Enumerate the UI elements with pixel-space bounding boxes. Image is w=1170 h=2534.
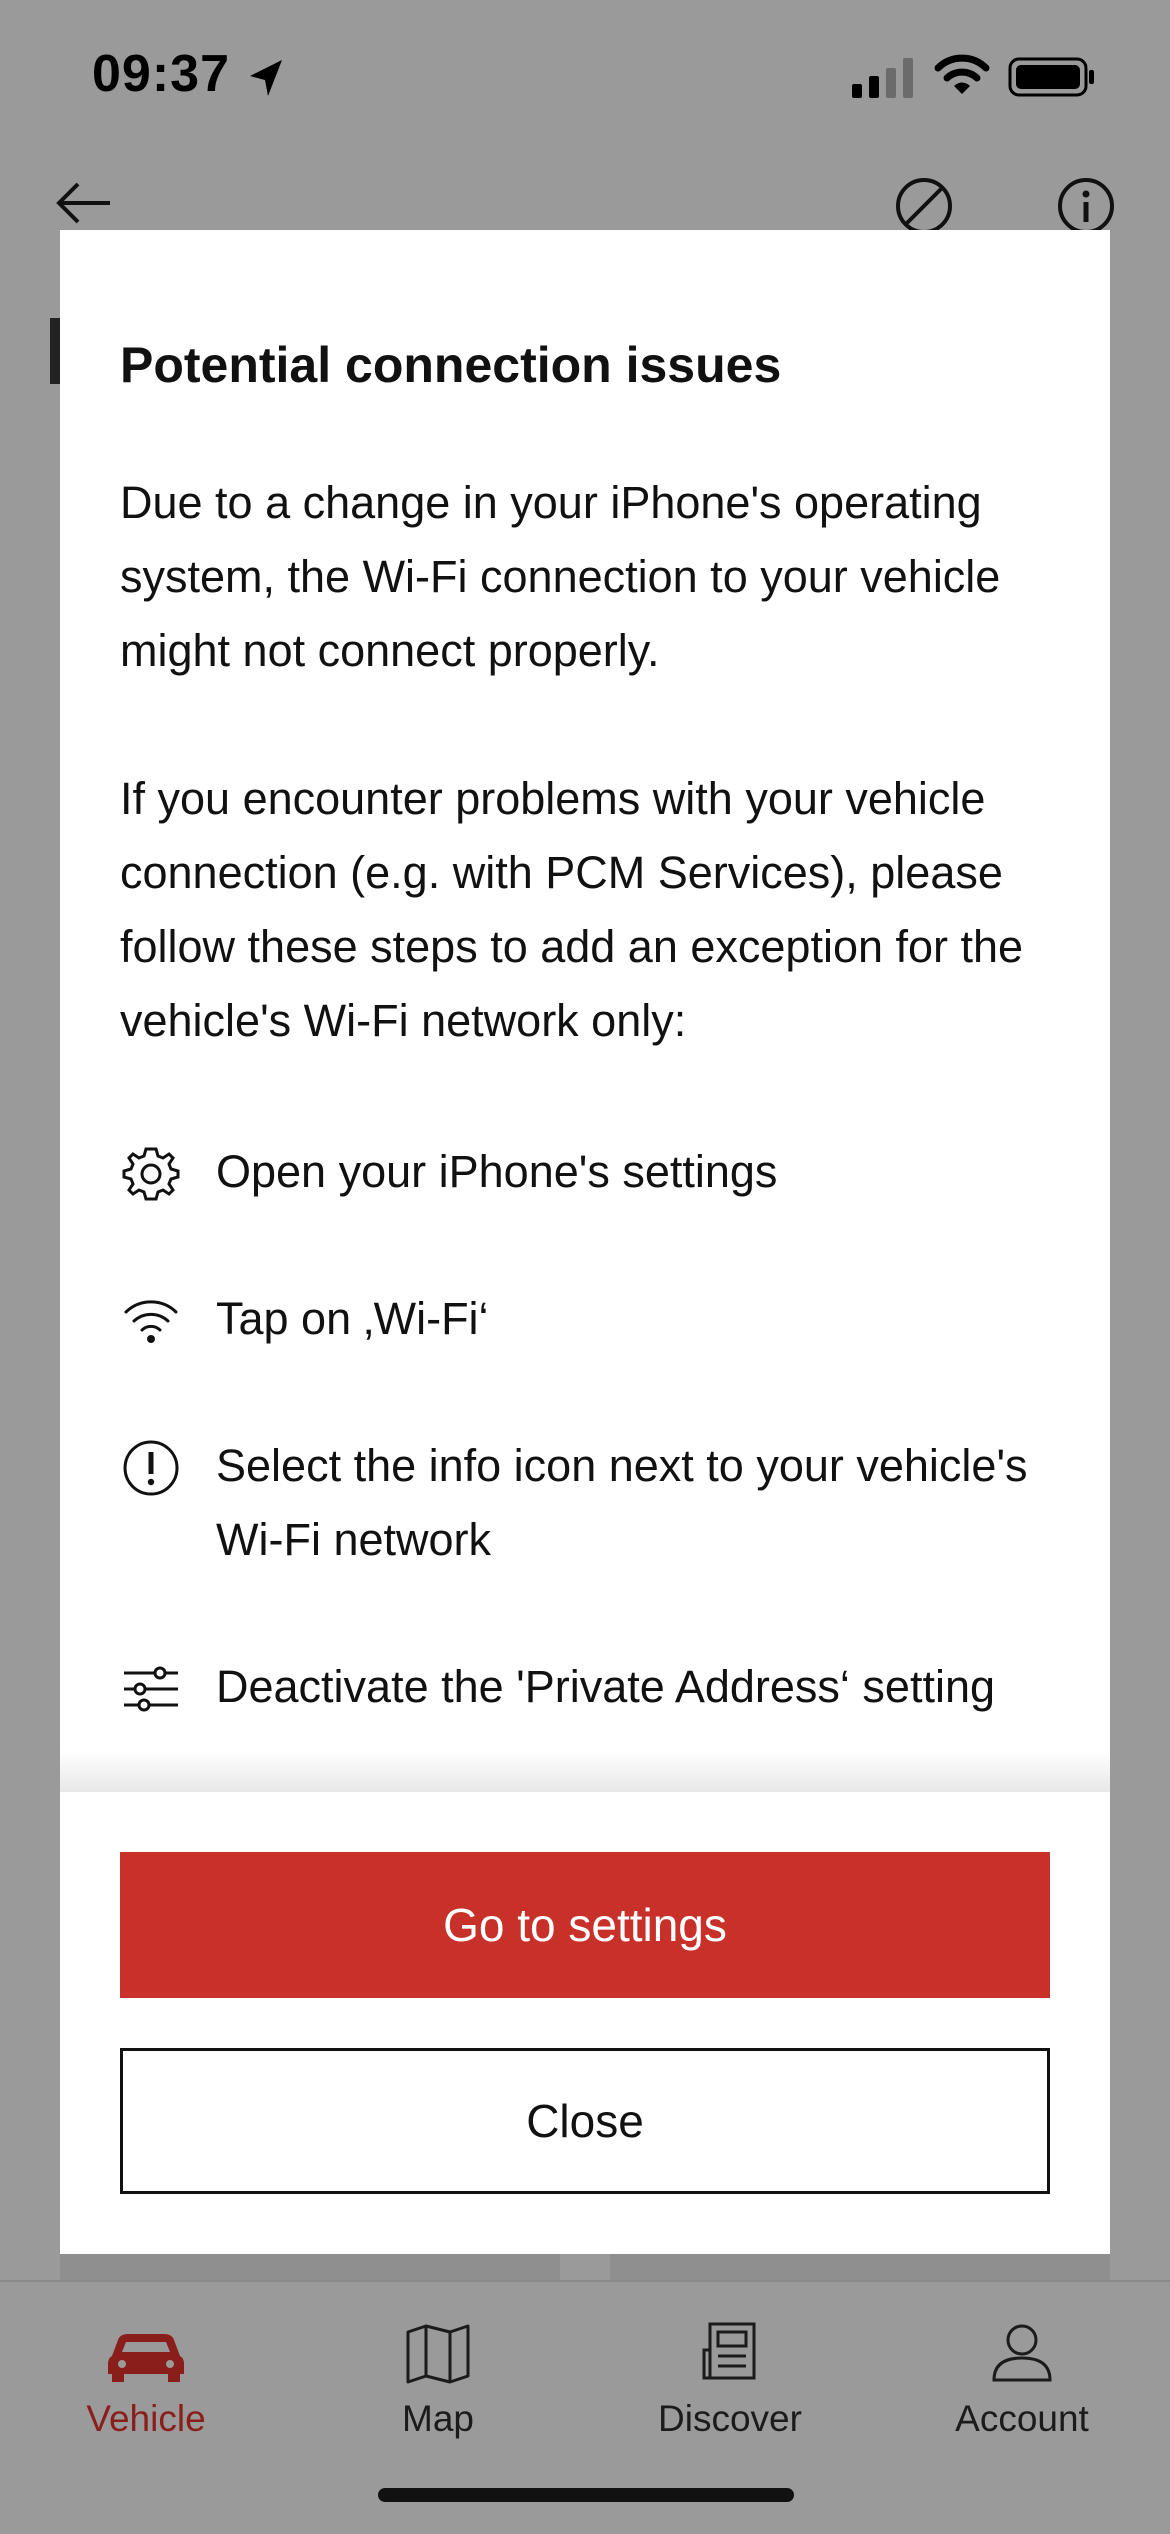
step-item: Open your iPhone's settings <box>120 1135 1080 1209</box>
tab-label: Vehicle <box>86 2398 206 2439</box>
info-icon[interactable] <box>1056 176 1116 236</box>
sliders-icon <box>124 1666 178 1712</box>
user-icon <box>992 2324 1052 2382</box>
tab-discover[interactable]: Discover <box>630 2302 830 2452</box>
step-text: Select the info icon next to your vehicl… <box>216 1440 1028 1565</box>
gear-icon <box>122 1147 180 1201</box>
wifi-icon <box>934 54 990 94</box>
tab-label: Map <box>402 2398 474 2439</box>
cellular-signal-icon <box>852 58 913 98</box>
modal-footer: Go to settings Close <box>60 1792 1110 2254</box>
battery-icon <box>1008 57 1094 97</box>
exclamation-circle-icon <box>123 1440 179 1496</box>
scroll-fade <box>60 1750 1110 1792</box>
tab-label: Discover <box>658 2398 802 2439</box>
map-icon <box>406 2324 470 2384</box>
modal-paragraph: Due to a change in your iPhone's operati… <box>120 477 1001 676</box>
back-arrow-icon[interactable] <box>54 178 114 228</box>
modal-paragraph: If you encounter problems with your vehi… <box>120 773 1024 1046</box>
step-item: Tap on ‚Wi-Fi‘ <box>120 1282 1080 1356</box>
car-icon <box>108 2334 184 2382</box>
background-title-marker <box>50 318 60 384</box>
location-arrow-icon <box>250 60 282 96</box>
wifi-icon <box>124 1300 178 1343</box>
connection-issues-modal: Potential connection issues Due to a cha… <box>60 230 1110 2254</box>
status-time: 09:37 <box>92 45 230 103</box>
home-indicator <box>378 2488 794 2502</box>
go-to-settings-button[interactable]: Go to settings <box>120 1852 1050 1998</box>
tab-vehicle[interactable]: Vehicle <box>46 2302 246 2452</box>
tab-label: Account <box>955 2398 1089 2439</box>
news-icon <box>702 2322 756 2380</box>
step-item: Deactivate the 'Private Address‘ setting <box>120 1650 1080 1724</box>
tab-account[interactable]: Account <box>922 2302 1122 2452</box>
modal-title: Potential connection issues <box>120 337 782 393</box>
close-button[interactable]: Close <box>120 2048 1050 2194</box>
step-text: Open your iPhone's settings <box>216 1146 778 1197</box>
tab-map[interactable]: Map <box>338 2302 538 2452</box>
step-item: Select the info icon next to your vehicl… <box>120 1429 1080 1577</box>
step-text: Tap on ‚Wi-Fi‘ <box>216 1293 489 1344</box>
step-text: Deactivate the 'Private Address‘ setting <box>216 1661 995 1712</box>
disable-icon[interactable] <box>894 176 954 236</box>
status-bar: 09:37 <box>0 0 1170 150</box>
